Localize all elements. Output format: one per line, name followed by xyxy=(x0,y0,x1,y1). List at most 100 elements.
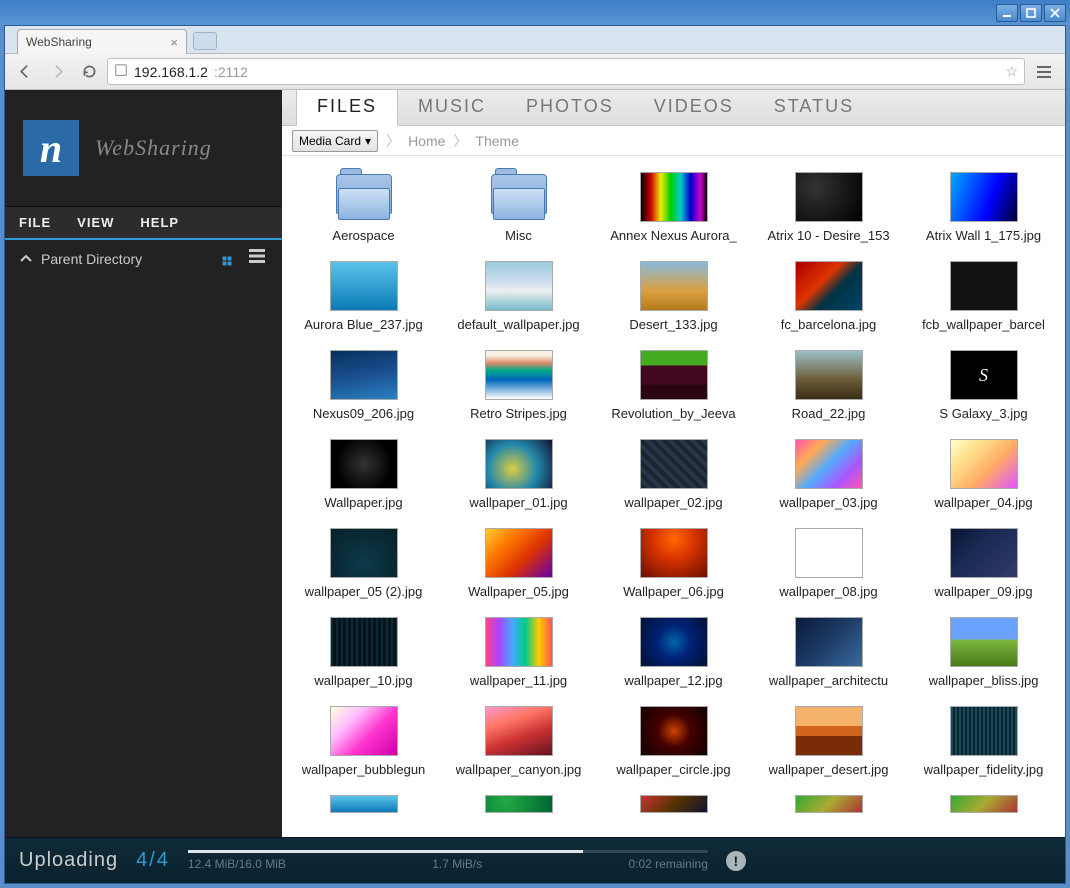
file-item[interactable]: default_wallpaper.jpg xyxy=(443,261,594,332)
file-item[interactable]: wallpaper_12.jpg xyxy=(598,617,749,688)
close-button[interactable] xyxy=(1044,4,1066,22)
image-thumbnail xyxy=(795,706,863,756)
file-item[interactable]: S Galaxy_3.jpg xyxy=(908,350,1059,421)
url-bar[interactable]: 192.168.1.2:2112 ☆ xyxy=(107,58,1025,85)
file-item[interactable]: wallpaper_circle.jpg xyxy=(598,706,749,777)
folder-item[interactable]: Aerospace xyxy=(288,172,439,243)
tab-close-icon[interactable]: × xyxy=(170,35,178,50)
file-item[interactable]: wallpaper_03.jpg xyxy=(753,439,904,510)
file-item[interactable] xyxy=(908,795,1059,813)
image-thumbnail xyxy=(330,617,398,667)
parent-directory-label: Parent Directory xyxy=(41,251,142,267)
file-item[interactable]: wallpaper_01.jpg xyxy=(443,439,594,510)
file-item[interactable]: Revolution_by_Jeeva xyxy=(598,350,749,421)
sidebar-subbar: Parent Directory xyxy=(5,240,282,278)
image-thumbnail xyxy=(330,350,398,400)
image-thumbnail xyxy=(950,439,1018,489)
file-item[interactable]: Retro Stripes.jpg xyxy=(443,350,594,421)
grid-view-button[interactable] xyxy=(216,245,238,273)
browser-menu-button[interactable] xyxy=(1029,58,1059,86)
breadcrumb-separator-icon: 〉 xyxy=(447,131,473,151)
file-item[interactable]: fcb_wallpaper_barcel xyxy=(908,261,1059,332)
file-item[interactable]: Wallpaper_06.jpg xyxy=(598,528,749,599)
file-item[interactable]: wallpaper_02.jpg xyxy=(598,439,749,510)
menu-help[interactable]: HELP xyxy=(140,215,179,230)
forward-button[interactable] xyxy=(43,58,71,86)
item-label: Revolution_by_Jeeva xyxy=(611,406,735,421)
file-item[interactable]: Road_22.jpg xyxy=(753,350,904,421)
file-item[interactable]: wallpaper_bubblegun xyxy=(288,706,439,777)
maximize-button[interactable] xyxy=(1020,4,1042,22)
breadcrumb-home[interactable]: Home xyxy=(408,133,445,149)
bookmark-star-icon[interactable]: ☆ xyxy=(1005,63,1018,80)
image-thumbnail xyxy=(485,528,553,578)
new-tab-button[interactable] xyxy=(193,32,217,50)
image-thumbnail xyxy=(330,795,398,813)
sidebar: n WebSharing FILE VIEW HELP Parent Direc… xyxy=(5,90,282,883)
file-item[interactable]: Annex Nexus Aurora_ xyxy=(598,172,749,243)
parent-directory-link[interactable]: Parent Directory xyxy=(19,251,142,267)
item-label: wallpaper_bliss.jpg xyxy=(929,673,1039,688)
tab-videos[interactable]: VIDEOS xyxy=(634,90,754,125)
file-item[interactable]: wallpaper_canyon.jpg xyxy=(443,706,594,777)
image-thumbnail xyxy=(795,172,863,222)
sidebar-menu: FILE VIEW HELP xyxy=(5,206,282,240)
file-item[interactable] xyxy=(753,795,904,813)
minimize-button[interactable] xyxy=(996,4,1018,22)
folder-item[interactable]: Misc xyxy=(443,172,594,243)
image-thumbnail xyxy=(330,528,398,578)
storage-selector[interactable]: Media Card ▾ xyxy=(292,130,378,152)
image-thumbnail xyxy=(640,617,708,667)
tab-status[interactable]: STATUS xyxy=(754,90,874,125)
file-item[interactable]: Desert_133.jpg xyxy=(598,261,749,332)
file-item[interactable]: wallpaper_architectu xyxy=(753,617,904,688)
browser-tab[interactable]: WebSharing × xyxy=(17,29,187,54)
folder-icon xyxy=(485,172,553,222)
file-item[interactable] xyxy=(443,795,594,813)
tab-photos[interactable]: PHOTOS xyxy=(506,90,634,125)
file-item[interactable]: wallpaper_09.jpg xyxy=(908,528,1059,599)
tab-music[interactable]: MUSIC xyxy=(398,90,506,125)
file-item[interactable]: fc_barcelona.jpg xyxy=(753,261,904,332)
reload-button[interactable] xyxy=(75,58,103,86)
item-label: wallpaper_12.jpg xyxy=(624,673,722,688)
url-port: :2112 xyxy=(214,64,248,80)
item-label: Road_22.jpg xyxy=(792,406,866,421)
file-item[interactable]: wallpaper_bliss.jpg xyxy=(908,617,1059,688)
image-thumbnail xyxy=(795,261,863,311)
file-item[interactable]: Wallpaper.jpg xyxy=(288,439,439,510)
file-item[interactable]: Atrix 10 - Desire_153 xyxy=(753,172,904,243)
file-item[interactable]: Wallpaper_05.jpg xyxy=(443,528,594,599)
back-button[interactable] xyxy=(11,58,39,86)
file-item[interactable]: wallpaper_fidelity.jpg xyxy=(908,706,1059,777)
image-thumbnail xyxy=(795,528,863,578)
upload-remaining: 0:02 remaining xyxy=(628,857,707,871)
breadcrumb-bar: Media Card ▾ 〉 Home 〉 Theme xyxy=(282,126,1065,156)
item-label: wallpaper_fidelity.jpg xyxy=(924,762,1044,777)
logo-area: n WebSharing xyxy=(5,90,282,206)
warning-icon[interactable]: ! xyxy=(726,851,746,871)
file-item[interactable]: wallpaper_10.jpg xyxy=(288,617,439,688)
tab-files[interactable]: FILES xyxy=(296,90,398,126)
main-panel: FILESMUSICPHOTOSVIDEOSSTATUS Media Card … xyxy=(282,90,1065,883)
file-item[interactable] xyxy=(288,795,439,813)
item-label: wallpaper_05 (2).jpg xyxy=(305,584,423,599)
menu-view[interactable]: VIEW xyxy=(77,215,114,230)
file-item[interactable]: Atrix Wall 1_175.jpg xyxy=(908,172,1059,243)
file-item[interactable] xyxy=(598,795,749,813)
menu-file[interactable]: FILE xyxy=(19,215,51,230)
image-thumbnail xyxy=(330,439,398,489)
image-thumbnail xyxy=(640,261,708,311)
file-item[interactable]: wallpaper_05 (2).jpg xyxy=(288,528,439,599)
file-item[interactable]: wallpaper_desert.jpg xyxy=(753,706,904,777)
file-item[interactable]: Aurora Blue_237.jpg xyxy=(288,261,439,332)
file-item[interactable]: Nexus09_206.jpg xyxy=(288,350,439,421)
image-thumbnail xyxy=(485,261,553,311)
item-label: Nexus09_206.jpg xyxy=(313,406,414,421)
file-grid[interactable]: AerospaceMiscAnnex Nexus Aurora_Atrix 10… xyxy=(282,156,1065,883)
list-view-button[interactable] xyxy=(246,245,268,267)
file-item[interactable]: wallpaper_11.jpg xyxy=(443,617,594,688)
file-item[interactable]: wallpaper_08.jpg xyxy=(753,528,904,599)
item-label: wallpaper_09.jpg xyxy=(934,584,1032,599)
file-item[interactable]: wallpaper_04.jpg xyxy=(908,439,1059,510)
